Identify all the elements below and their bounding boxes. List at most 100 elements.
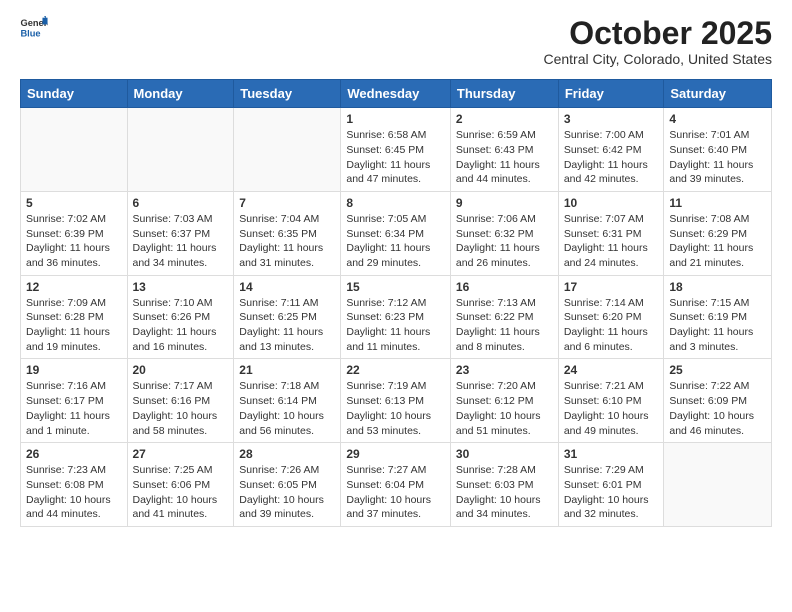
calendar-cell-w1-d4: 1 Sunrise: 6:58 AM Sunset: 6:45 PM Daylig… — [341, 108, 451, 192]
day-number: 22 — [346, 363, 445, 377]
calendar-cell-w1-d2 — [127, 108, 234, 192]
calendar-cell-w1-d5: 2Sunrise: 6:59 AM Sunset: 6:43 PM Daylig… — [450, 108, 558, 192]
cell-info: Sunrise: 7:01 AM Sunset: 6:40 PM Dayligh… — [669, 128, 766, 187]
calendar-cell-w2-d1: 5 Sunrise: 7:02 AM Sunset: 6:39 PM Daylig… — [21, 191, 128, 275]
day-number: 5 — [26, 196, 122, 210]
calendar-cell-w3-d4: 15 Sunrise: 7:12 AM Sunset: 6:23 PM Dayli… — [341, 275, 451, 359]
calendar-cell-w5-d2: 27 Sunrise: 7:25 AM Sunset: 6:06 PM Dayli… — [127, 443, 234, 527]
calendar-cell-w3-d6: 17Sunrise: 7:14 AM Sunset: 6:20 PM Dayli… — [558, 275, 664, 359]
cell-info: Sunrise: 7:10 AM Sunset: 6:26 PM Dayligh… — [133, 296, 229, 355]
week-row-4: 19 Sunrise: 7:16 AM Sunset: 6:17 PM Dayli… — [21, 359, 772, 443]
title-area: October 2025 Central City, Colorado, Uni… — [543, 16, 772, 67]
day-number: 10 — [564, 196, 659, 210]
day-number: 26 — [26, 447, 122, 461]
cell-info: Sunrise: 7:19 AM Sunset: 6:13 PM Dayligh… — [346, 379, 445, 438]
calendar-cell-w2-d3: 7 Sunrise: 7:04 AM Sunset: 6:35 PM Daylig… — [234, 191, 341, 275]
calendar-cell-w3-d7: 18 Sunrise: 7:15 AM Sunset: 6:19 PM Dayli… — [664, 275, 772, 359]
cell-info: Sunrise: 7:07 AM Sunset: 6:31 PM Dayligh… — [564, 212, 659, 271]
day-number: 18 — [669, 280, 766, 294]
cell-info: Sunrise: 7:23 AM Sunset: 6:08 PM Dayligh… — [26, 463, 122, 522]
day-number: 12 — [26, 280, 122, 294]
calendar-cell-w2-d5: 9 Sunrise: 7:06 AM Sunset: 6:32 PM Daylig… — [450, 191, 558, 275]
cell-info: Sunrise: 7:29 AM Sunset: 6:01 PM Dayligh… — [564, 463, 659, 522]
cell-info: Sunrise: 7:00 AM Sunset: 6:42 PM Dayligh… — [564, 128, 659, 187]
calendar-cell-w5-d6: 31 Sunrise: 7:29 AM Sunset: 6:01 PM Dayli… — [558, 443, 664, 527]
day-number: 16 — [456, 280, 553, 294]
day-number: 2 — [456, 112, 553, 126]
day-number: 7 — [239, 196, 335, 210]
calendar-cell-w4-d3: 21Sunrise: 7:18 AM Sunset: 6:14 PM Dayli… — [234, 359, 341, 443]
day-number: 15 — [346, 280, 445, 294]
calendar-cell-w1-d6: 3 Sunrise: 7:00 AM Sunset: 6:42 PM Daylig… — [558, 108, 664, 192]
day-number: 25 — [669, 363, 766, 377]
day-number: 21 — [239, 363, 335, 377]
header: General Blue October 2025 Central City, … — [20, 16, 772, 67]
calendar-cell-w2-d6: 10 Sunrise: 7:07 AM Sunset: 6:31 PM Dayli… — [558, 191, 664, 275]
cell-info: Sunrise: 7:27 AM Sunset: 6:04 PM Dayligh… — [346, 463, 445, 522]
day-number: 8 — [346, 196, 445, 210]
day-number: 31 — [564, 447, 659, 461]
day-number: 27 — [133, 447, 229, 461]
cell-info: Sunrise: 7:09 AM Sunset: 6:28 PM Dayligh… — [26, 296, 122, 355]
calendar-cell-w4-d5: 23 Sunrise: 7:20 AM Sunset: 6:12 PM Dayli… — [450, 359, 558, 443]
header-row: Sunday Monday Tuesday Wednesday Thursday… — [21, 80, 772, 108]
cell-info: Sunrise: 7:05 AM Sunset: 6:34 PM Dayligh… — [346, 212, 445, 271]
cell-info: Sunrise: 7:12 AM Sunset: 6:23 PM Dayligh… — [346, 296, 445, 355]
week-row-2: 5 Sunrise: 7:02 AM Sunset: 6:39 PM Daylig… — [21, 191, 772, 275]
cell-info: Sunrise: 7:16 AM Sunset: 6:17 PM Dayligh… — [26, 379, 122, 438]
day-number: 19 — [26, 363, 122, 377]
calendar-cell-w2-d7: 11 Sunrise: 7:08 AM Sunset: 6:29 PM Dayli… — [664, 191, 772, 275]
day-number: 23 — [456, 363, 553, 377]
week-row-3: 12 Sunrise: 7:09 AM Sunset: 6:28 PM Dayli… — [21, 275, 772, 359]
header-monday: Monday — [127, 80, 234, 108]
calendar-cell-w5-d1: 26 Sunrise: 7:23 AM Sunset: 6:08 PM Dayli… — [21, 443, 128, 527]
calendar-cell-w2-d2: 6 Sunrise: 7:03 AM Sunset: 6:37 PM Daylig… — [127, 191, 234, 275]
calendar-cell-w5-d4: 29 Sunrise: 7:27 AM Sunset: 6:04 PM Dayli… — [341, 443, 451, 527]
header-saturday: Saturday — [664, 80, 772, 108]
header-thursday: Thursday — [450, 80, 558, 108]
calendar-cell-w1-d1 — [21, 108, 128, 192]
cell-info: Sunrise: 7:25 AM Sunset: 6:06 PM Dayligh… — [133, 463, 229, 522]
cell-info: Sunrise: 6:58 AM Sunset: 6:45 PM Dayligh… — [346, 128, 445, 187]
svg-text:Blue: Blue — [20, 28, 40, 38]
day-number: 4 — [669, 112, 766, 126]
day-number: 6 — [133, 196, 229, 210]
calendar-cell-w3-d5: 16 Sunrise: 7:13 AM Sunset: 6:22 PM Dayli… — [450, 275, 558, 359]
cell-info: Sunrise: 7:20 AM Sunset: 6:12 PM Dayligh… — [456, 379, 553, 438]
calendar-cell-w3-d3: 14 Sunrise: 7:11 AM Sunset: 6:25 PM Dayli… — [234, 275, 341, 359]
header-friday: Friday — [558, 80, 664, 108]
calendar-cell-w1-d3 — [234, 108, 341, 192]
day-number: 29 — [346, 447, 445, 461]
week-row-5: 26 Sunrise: 7:23 AM Sunset: 6:08 PM Dayli… — [21, 443, 772, 527]
calendar-cell-w4-d7: 25 Sunrise: 7:22 AM Sunset: 6:09 PM Dayli… — [664, 359, 772, 443]
calendar-cell-w4-d1: 19 Sunrise: 7:16 AM Sunset: 6:17 PM Dayli… — [21, 359, 128, 443]
calendar-cell-w1-d7: 4 Sunrise: 7:01 AM Sunset: 6:40 PM Daylig… — [664, 108, 772, 192]
day-number: 30 — [456, 447, 553, 461]
cell-info: Sunrise: 7:22 AM Sunset: 6:09 PM Dayligh… — [669, 379, 766, 438]
cell-info: Sunrise: 7:02 AM Sunset: 6:39 PM Dayligh… — [26, 212, 122, 271]
calendar-cell-w4-d4: 22 Sunrise: 7:19 AM Sunset: 6:13 PM Dayli… — [341, 359, 451, 443]
cell-info: Sunrise: 7:13 AM Sunset: 6:22 PM Dayligh… — [456, 296, 553, 355]
day-number: 20 — [133, 363, 229, 377]
day-number: 9 — [456, 196, 553, 210]
day-number: 13 — [133, 280, 229, 294]
cell-info: Sunrise: 7:04 AM Sunset: 6:35 PM Dayligh… — [239, 212, 335, 271]
day-number: 24 — [564, 363, 659, 377]
header-tuesday: Tuesday — [234, 80, 341, 108]
calendar-cell-w3-d1: 12 Sunrise: 7:09 AM Sunset: 6:28 PM Dayli… — [21, 275, 128, 359]
day-number: 28 — [239, 447, 335, 461]
cell-info: Sunrise: 7:11 AM Sunset: 6:25 PM Dayligh… — [239, 296, 335, 355]
cell-info: Sunrise: 7:08 AM Sunset: 6:29 PM Dayligh… — [669, 212, 766, 271]
day-number: 11 — [669, 196, 766, 210]
cell-info: Sunrise: 7:15 AM Sunset: 6:19 PM Dayligh… — [669, 296, 766, 355]
cell-info: Sunrise: 7:03 AM Sunset: 6:37 PM Dayligh… — [133, 212, 229, 271]
calendar-cell-w2-d4: 8 Sunrise: 7:05 AM Sunset: 6:34 PM Daylig… — [341, 191, 451, 275]
day-number: 3 — [564, 112, 659, 126]
day-number: 1 — [346, 112, 445, 126]
cell-info: Sunrise: 7:17 AM Sunset: 6:16 PM Dayligh… — [133, 379, 229, 438]
cell-info: Sunrise: 7:06 AM Sunset: 6:32 PM Dayligh… — [456, 212, 553, 271]
day-number: 14 — [239, 280, 335, 294]
header-sunday: Sunday — [21, 80, 128, 108]
calendar-cell-w5-d5: 30Sunrise: 7:28 AM Sunset: 6:03 PM Dayli… — [450, 443, 558, 527]
calendar-cell-w4-d6: 24Sunrise: 7:21 AM Sunset: 6:10 PM Dayli… — [558, 359, 664, 443]
